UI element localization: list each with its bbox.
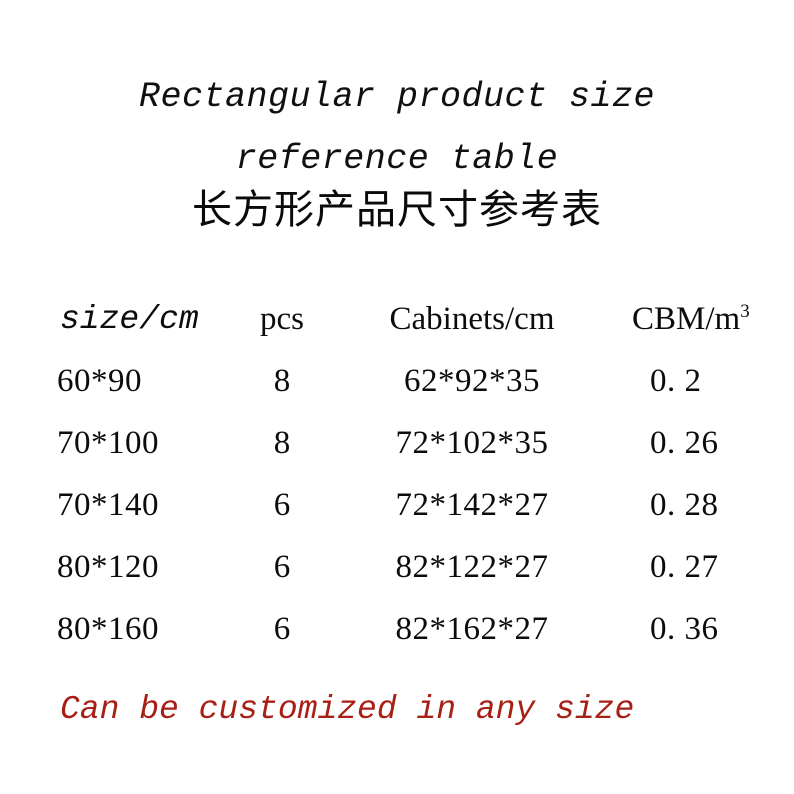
cell-cbm: 0. 26 <box>650 424 719 461</box>
cell-size: 60*90 <box>57 362 142 399</box>
cell-size: 80*120 <box>57 548 159 585</box>
cell-cbm: 0. 28 <box>650 486 719 523</box>
cell-cabinets: 72*142*27 <box>395 486 549 523</box>
cell-pcs: 6 <box>273 610 291 647</box>
cell-cbm: 0. 27 <box>650 548 719 585</box>
page-title: Rectangular product size reference table <box>0 66 794 190</box>
cell-pcs: 8 <box>273 424 291 461</box>
customization-note: Can be customized in any size <box>60 691 635 728</box>
size-reference-poster: Rectangular product size reference table… <box>0 0 794 794</box>
page-title-line-2: reference table <box>235 139 559 179</box>
table-row: 80*160 6 82*162*27 0. 36 <box>0 598 794 660</box>
cell-size: 70*140 <box>57 486 159 523</box>
cell-pcs: 6 <box>273 548 291 585</box>
cell-cabinets: 62*92*35 <box>404 362 540 399</box>
cell-cabinets: 82*162*27 <box>395 610 549 647</box>
column-header-cbm-superscript: 3 <box>740 300 750 322</box>
cell-size: 70*100 <box>57 424 159 461</box>
column-header-pcs: pcs <box>260 300 304 337</box>
cell-cbm: 0. 36 <box>650 610 719 647</box>
cell-cabinets: 82*122*27 <box>395 548 549 585</box>
column-header-cbm: CBM/m3 <box>602 288 794 350</box>
table-body: 60*90 8 62*92*35 0. 2 70*100 8 72*102*35… <box>0 350 794 660</box>
column-header-cabinets: Cabinets/cm <box>389 300 555 337</box>
cell-cbm: 0. 2 <box>650 362 702 399</box>
column-header-cbm-base: CBM/m <box>632 300 741 337</box>
table-header-row: size/cm pcs Cabinets/cm CBM/m3 <box>0 288 794 350</box>
cell-pcs: 6 <box>273 486 291 523</box>
table-row: 80*120 6 82*122*27 0. 27 <box>0 536 794 598</box>
size-reference-table: size/cm pcs Cabinets/cm CBM/m3 60*90 8 6… <box>0 288 794 660</box>
cell-cabinets: 72*102*35 <box>395 424 549 461</box>
table-row: 70*100 8 72*102*35 0. 26 <box>0 412 794 474</box>
page-subtitle-chinese: 长方形产品尺寸参考表 <box>192 187 602 232</box>
table-row: 70*140 6 72*142*27 0. 28 <box>0 474 794 536</box>
table-row: 60*90 8 62*92*35 0. 2 <box>0 350 794 412</box>
cell-size: 80*160 <box>57 610 159 647</box>
column-header-size: size/cm <box>60 300 199 338</box>
cell-pcs: 8 <box>273 362 291 399</box>
size-reference-table-container: size/cm pcs Cabinets/cm CBM/m3 60*90 8 6… <box>0 288 794 660</box>
page-title-line-1: Rectangular product size <box>138 77 656 117</box>
